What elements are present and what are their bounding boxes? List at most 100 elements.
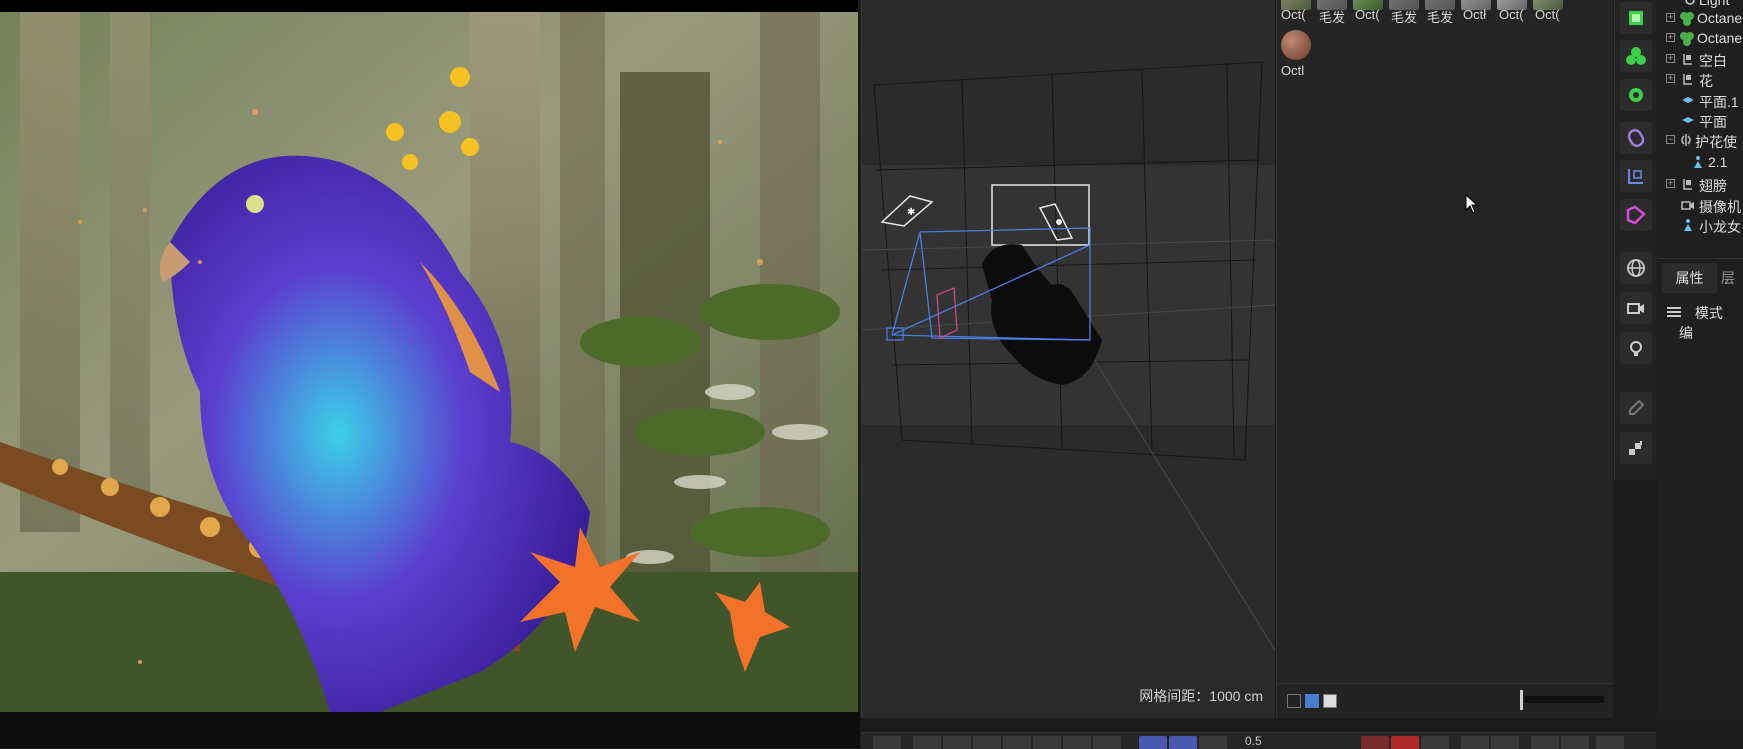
expand-toggle[interactable]: + [1666, 33, 1675, 42]
spline-icon[interactable] [1620, 122, 1652, 154]
globe-icon[interactable] [1620, 252, 1652, 284]
list-view-icon[interactable] [1287, 694, 1301, 708]
fluffy-bird-render [0, 12, 858, 712]
object-item[interactable]: + 花 [1657, 70, 1743, 90]
object-item[interactable]: + 翅膀 [1657, 175, 1743, 195]
object-item[interactable]: 2.1 [1657, 153, 1743, 173]
pla-key-icon[interactable] [1561, 736, 1589, 749]
object-label: 翅膀 [1699, 178, 1727, 194]
expand-toggle[interactable]: + [1666, 179, 1675, 188]
expand-toggle[interactable]: + [1666, 54, 1675, 63]
param-key-icon[interactable] [1531, 736, 1559, 749]
mode-row: 模式 编 [1667, 303, 1743, 343]
axis-icon[interactable] [1620, 160, 1652, 192]
prev-frame-icon[interactable] [973, 736, 1001, 749]
tab-layers[interactable]: 层 [1721, 263, 1743, 293]
play-icon[interactable] [1003, 736, 1031, 749]
material-manager: Oct( 毛发 Oct( 毛发 毛发 Octł Oct( Oct( Octl [1276, 0, 1613, 718]
large-view-icon[interactable] [1323, 694, 1337, 708]
material-label[interactable]: Oct( [1281, 7, 1306, 22]
timeline-controls: 0.5 [861, 732, 1656, 749]
material-label[interactable]: Oct( [1355, 7, 1380, 22]
next-frame-icon[interactable] [1033, 736, 1061, 749]
tool-palette [1614, 0, 1658, 480]
figure-icon [1691, 155, 1705, 172]
next-key-icon[interactable] [1063, 736, 1091, 749]
point-key-icon[interactable] [1596, 736, 1624, 749]
viewport-scene: ✱ [862, 61, 1275, 651]
material-thumb[interactable] [1281, 30, 1311, 60]
3d-viewport[interactable]: ✱ 网格间距：1000 cm [861, 0, 1275, 718]
edit-menu[interactable]: 编 [1679, 325, 1693, 341]
camera-icon[interactable] [1620, 292, 1652, 324]
light-icon[interactable] [1620, 332, 1652, 364]
plane-icon [1681, 113, 1695, 130]
material-footer [1277, 683, 1613, 718]
sound-icon[interactable] [1199, 736, 1227, 749]
zoom-slider[interactable] [1524, 696, 1604, 703]
null-icon [1681, 177, 1695, 194]
expand-toggle[interactable]: + [1666, 74, 1675, 83]
object-label: 花 [1699, 73, 1713, 89]
cube-icon[interactable] [1620, 2, 1652, 34]
zoom-slider-handle[interactable] [1520, 690, 1523, 710]
object-label: 护花使 [1695, 134, 1737, 150]
render-view [0, 0, 860, 748]
material-label[interactable]: 毛发 [1319, 7, 1345, 26]
object-item[interactable]: + Octane [1657, 29, 1743, 49]
figure-icon [1681, 218, 1695, 235]
object-label: Light [1699, 0, 1730, 8]
material-label[interactable]: Octł [1463, 7, 1486, 22]
object-item[interactable]: 小龙女 [1657, 216, 1743, 236]
object-label: 平面.1 [1699, 94, 1739, 110]
steps-icon[interactable] [1620, 432, 1652, 464]
rotate-key-icon[interactable] [1491, 736, 1519, 749]
menu-icon[interactable] [1667, 305, 1681, 321]
object-item[interactable]: 摄像机 [1657, 196, 1743, 216]
null-icon [1681, 52, 1695, 69]
object-label: 小龙女 [1699, 219, 1741, 235]
first-frame-icon[interactable] [913, 736, 941, 749]
grid-view-icon[interactable] [1305, 694, 1319, 708]
plane-icon [1681, 93, 1695, 110]
material-label[interactable]: 毛发 [1391, 7, 1417, 26]
home-icon[interactable] [873, 736, 901, 749]
loop-icon[interactable] [1139, 736, 1167, 749]
octane-icon [1679, 11, 1695, 30]
gear-generator-icon[interactable] [1620, 79, 1652, 111]
material-label[interactable]: Oct( [1499, 7, 1524, 22]
deformer-icon[interactable] [1620, 199, 1652, 231]
timeline-value[interactable]: 0.5 [1245, 734, 1262, 748]
prev-key-icon[interactable] [943, 736, 971, 749]
tab-attributes[interactable]: 属性 [1662, 263, 1717, 293]
octane-icon [1679, 31, 1695, 50]
cluster-icon[interactable] [1620, 40, 1652, 72]
move-key-icon[interactable] [1461, 736, 1489, 749]
object-label: 2.1 [1708, 154, 1728, 170]
object-item[interactable]: + Octane [1657, 9, 1743, 29]
object-label: 摄像机 [1699, 199, 1741, 215]
mode-menu[interactable]: 模式 [1695, 305, 1723, 321]
symmetry-icon [1679, 133, 1693, 150]
material-label[interactable]: Octl [1281, 63, 1304, 78]
material-label[interactable]: 毛发 [1427, 7, 1453, 26]
camera-icon [1681, 198, 1695, 215]
key-icon[interactable] [1421, 736, 1449, 749]
object-item[interactable]: 平面 [1657, 111, 1743, 131]
expand-toggle[interactable]: − [1666, 135, 1675, 144]
pen-icon[interactable] [1620, 392, 1652, 424]
render-image [0, 12, 858, 712]
record-active-icon[interactable] [1391, 736, 1419, 749]
material-label[interactable]: Oct( [1535, 7, 1560, 22]
object-item[interactable]: 平面.1 [1657, 91, 1743, 111]
expand-toggle[interactable]: + [1666, 13, 1675, 22]
null-icon [1681, 72, 1695, 89]
object-manager: Light + Octane + Octane + 空白 + 花 平面.1 平面… [1657, 0, 1743, 258]
render-bottom-bar [0, 712, 860, 748]
svg-text:✱: ✱ [907, 207, 915, 218]
record-icon[interactable] [1361, 736, 1389, 749]
object-item[interactable]: + 空白 [1657, 50, 1743, 70]
autokey-icon[interactable] [1169, 736, 1197, 749]
last-frame-icon[interactable] [1093, 736, 1121, 749]
object-item[interactable]: − 护花使 [1657, 131, 1743, 151]
